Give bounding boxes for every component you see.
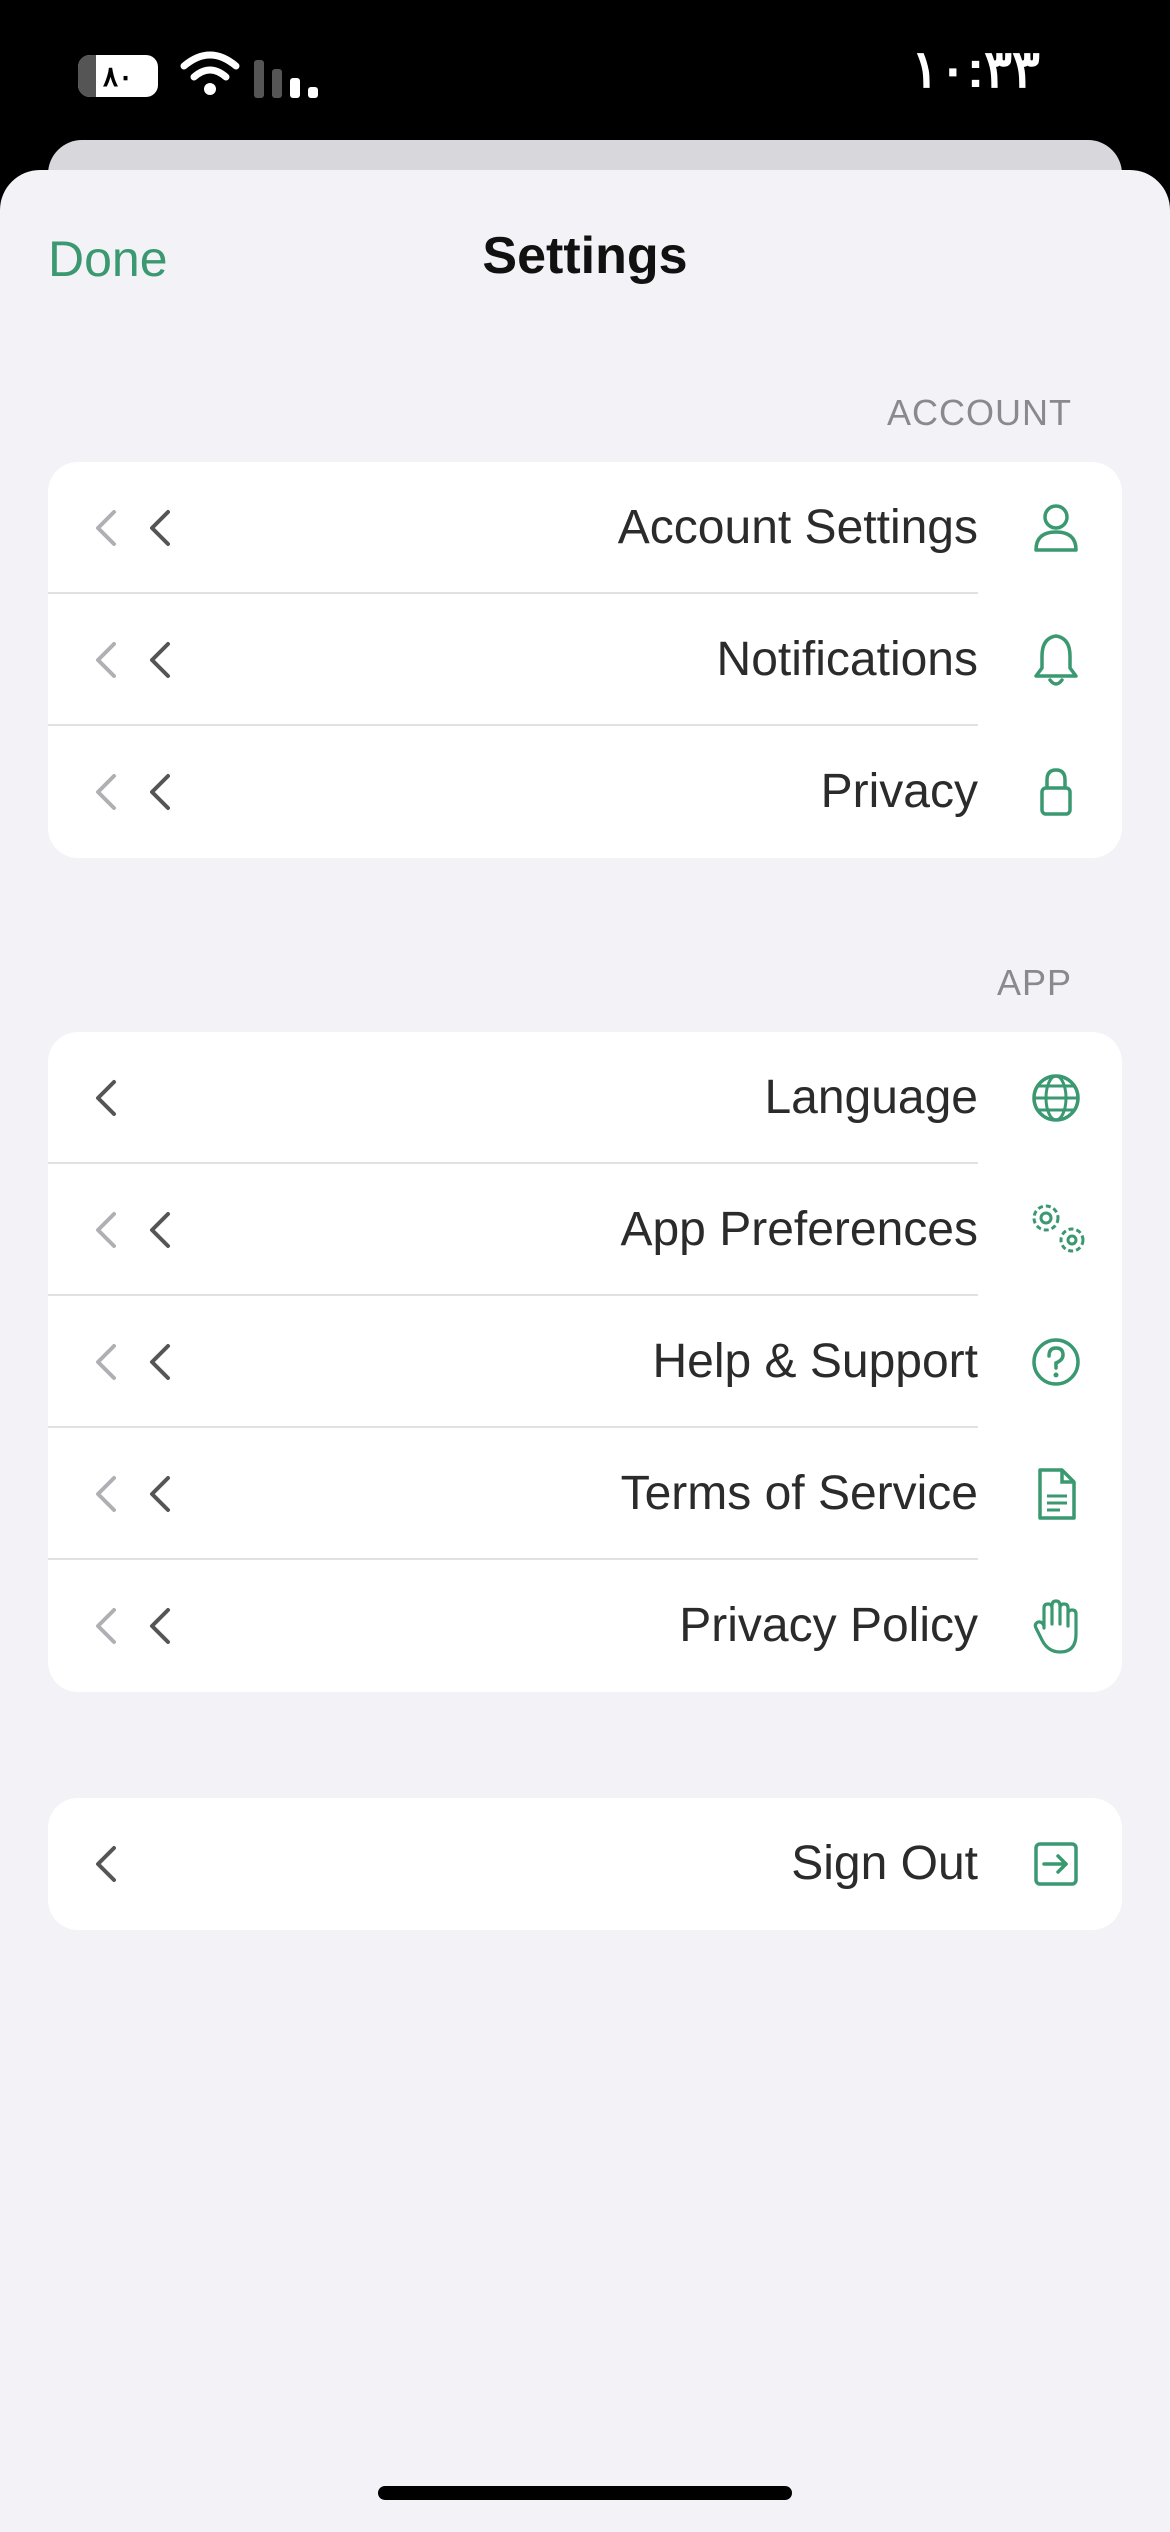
settings-row-language[interactable]: Language (48, 1032, 1122, 1164)
battery-level: ۸۰ (102, 60, 134, 92)
chevron-left-icon (150, 774, 170, 810)
cellular-signal-icon (254, 60, 318, 98)
row-label: Account Settings (617, 501, 978, 554)
status-bar: ۸۰ ۱۰:۳۳ (0, 0, 1170, 150)
chevron-left-icon (150, 1476, 170, 1512)
settings-row-privacy[interactable]: Privacy (48, 726, 1122, 858)
signout-group: Sign Out (48, 1798, 1122, 1930)
settings-row-privacy-policy[interactable]: Privacy Policy (48, 1560, 1122, 1692)
hand-icon (1033, 1599, 1078, 1654)
chevron-left-icon (96, 1608, 116, 1644)
chevron-left-icon (150, 510, 170, 546)
settings-row-notifications[interactable]: Notifications (48, 594, 1122, 726)
row-label: Privacy (820, 765, 978, 818)
app-group: Language App Preferences Help & Support … (48, 1032, 1122, 1692)
question-circle-icon (1032, 1338, 1080, 1386)
settings-row-account-settings[interactable]: Account Settings (48, 462, 1122, 594)
row-label: Sign Out (791, 1837, 978, 1890)
chevron-left-icon (96, 774, 116, 810)
section-header-account: ACCOUNT (887, 392, 1072, 433)
chevron-left-icon (96, 1080, 116, 1116)
chevron-left-icon (96, 642, 116, 678)
row-label: Privacy Policy (679, 1599, 978, 1652)
section-header-app: APP (996, 962, 1072, 1003)
settings-row-sign-out[interactable]: Sign Out (48, 1798, 1122, 1930)
row-label: Terms of Service (620, 1467, 978, 1520)
row-label: App Preferences (620, 1203, 978, 1256)
chevron-left-icon (96, 510, 116, 546)
chevron-left-icon (96, 1344, 116, 1380)
page-title: Settings (482, 227, 688, 285)
chevron-left-icon (150, 1608, 170, 1644)
sign-out-icon (1034, 1842, 1078, 1886)
settings-row-help-support[interactable]: Help & Support (48, 1296, 1122, 1428)
chevron-left-icon (96, 1476, 116, 1512)
wifi-icon (180, 51, 240, 95)
lock-icon (1040, 768, 1072, 816)
chevron-left-icon (96, 1846, 116, 1882)
chevron-left-icon (150, 1212, 170, 1248)
battery-indicator: ۸۰ (78, 54, 162, 98)
row-label: Help & Support (652, 1335, 978, 1388)
document-icon (1038, 1468, 1076, 1520)
person-icon (1034, 504, 1078, 552)
chevron-left-icon (150, 642, 170, 678)
settings-row-app-preferences[interactable]: App Preferences (48, 1164, 1122, 1296)
settings-sheet: Done Settings ACCOUNT Account Settings N… (0, 170, 1170, 2532)
globe-icon (1032, 1074, 1080, 1122)
chevron-left-icon (150, 1344, 170, 1380)
gears-icon (1032, 1204, 1085, 1253)
settings-row-terms-of-service[interactable]: Terms of Service (48, 1428, 1122, 1560)
home-indicator[interactable] (378, 2486, 792, 2500)
chevron-left-icon (96, 1212, 116, 1248)
row-label: Notifications (716, 633, 978, 686)
row-label: Language (764, 1071, 978, 1124)
account-group: Account Settings Notifications Privacy (48, 462, 1122, 858)
bell-icon (1034, 634, 1078, 686)
status-time: ۱۰:۳۳ (910, 41, 1040, 99)
